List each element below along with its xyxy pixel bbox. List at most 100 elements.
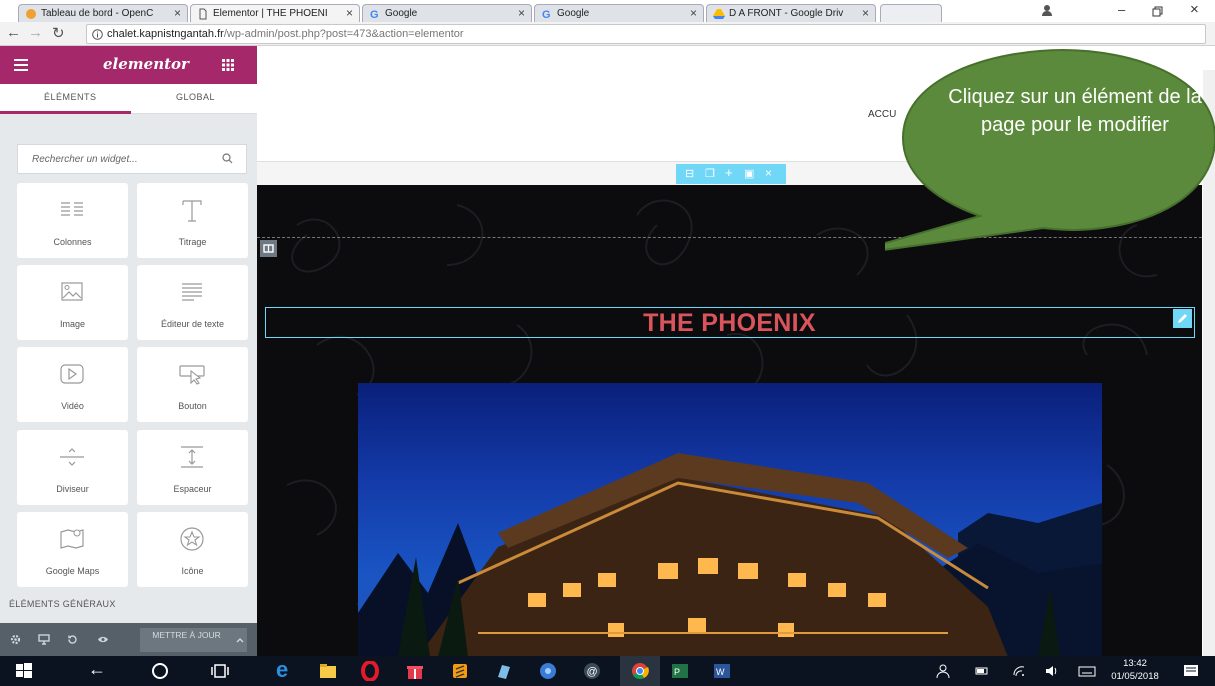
windows-start-icon[interactable] [14, 661, 34, 681]
page-icon [199, 8, 207, 20]
tab-label: Google [385, 8, 418, 19]
clock-time[interactable]: 13:42 [1110, 658, 1160, 669]
chalet-photo [358, 383, 1102, 656]
browser-app-icon[interactable] [538, 661, 558, 681]
widgets-grid-icon[interactable] [222, 59, 234, 71]
new-tab-button[interactable] [880, 4, 942, 22]
tab-openc[interactable]: Tableau de bord - OpenC × [18, 4, 188, 22]
columns-icon [61, 202, 83, 216]
word-icon[interactable]: W [712, 661, 732, 681]
restore-icon[interactable] [1152, 6, 1163, 17]
widget-label: Bouton [178, 401, 207, 411]
opera-icon[interactable] [360, 661, 380, 681]
page-heading[interactable]: THE PHOENIX [257, 309, 1202, 338]
forward-icon[interactable]: → [28, 24, 43, 41]
svg-text:P: P [674, 667, 680, 677]
widget-video[interactable]: Vidéo [17, 347, 128, 422]
widget-label: Colonnes [53, 237, 92, 247]
profile-icon[interactable] [1040, 3, 1054, 17]
tab-favicon-icon [26, 9, 36, 19]
active-tab-indicator [0, 111, 131, 114]
back-icon[interactable]: ← [6, 24, 21, 41]
section-add-icon[interactable]: + [725, 165, 733, 180]
reload-icon[interactable]: ↻ [52, 24, 65, 42]
widget-button[interactable]: Bouton [137, 347, 248, 422]
section-save-icon[interactable]: ▣ [744, 167, 754, 180]
widget-google-maps[interactable]: Google Maps [17, 512, 128, 587]
settings-gear-icon[interactable] [10, 634, 21, 645]
preview-eye-icon[interactable] [97, 635, 109, 644]
file-explorer-icon[interactable] [318, 661, 338, 681]
column-handle-icon[interactable] [260, 240, 277, 257]
widget-divider[interactable]: Diviseur [17, 430, 128, 505]
section-duplicate-icon[interactable]: ❐ [705, 167, 715, 180]
keyboard-icon[interactable] [1078, 661, 1096, 681]
tab-close-icon[interactable]: × [862, 6, 869, 20]
section-delete-icon[interactable]: × [765, 166, 772, 180]
tab-close-icon[interactable]: × [690, 6, 697, 20]
svg-text:W: W [716, 667, 725, 677]
widget-label: Diviseur [56, 484, 89, 494]
image-icon [61, 282, 83, 301]
sublime-icon[interactable] [450, 661, 470, 681]
section-label: ÉLÉMENTS GÉNÉRAUX [9, 599, 116, 609]
tab-label: Tableau de bord - OpenC [41, 8, 154, 19]
chrome-icon[interactable] [630, 661, 650, 681]
gift-app-icon[interactable] [405, 661, 425, 681]
section-edit-icon[interactable]: ⊟ [685, 167, 694, 180]
tab-drive[interactable]: D A FRONT - Google Driv × [706, 4, 876, 22]
widget-heading[interactable]: Titrage [137, 183, 248, 258]
clock-date[interactable]: 01/05/2018 [1106, 671, 1164, 682]
tab-elementor[interactable]: Elementor | THE PHOENI × [190, 4, 360, 22]
tab-label: Google [557, 8, 590, 19]
project-app-icon[interactable]: P [670, 661, 690, 681]
tab-elements[interactable]: ÉLÉMENTS [44, 92, 97, 102]
widget-label: Vidéo [61, 401, 84, 411]
widget-icon[interactable]: Icône [137, 512, 248, 587]
edge-icon[interactable]: e [276, 657, 288, 683]
edit-pencil-icon[interactable] [1173, 309, 1192, 328]
panel-header: elementor [0, 46, 257, 84]
widget-image[interactable]: Image [17, 265, 128, 340]
tab-close-icon[interactable]: × [518, 6, 525, 20]
window-close-icon[interactable]: × [1190, 1, 1199, 18]
widget-text-editor[interactable]: Éditeur de texte [137, 265, 248, 340]
tab-google-2[interactable]: G Google × [534, 4, 704, 22]
volume-icon[interactable] [1045, 661, 1059, 681]
cortana-icon[interactable] [150, 661, 170, 681]
update-button[interactable]: METTRE À JOUR [140, 628, 233, 652]
spacer-icon [181, 446, 203, 468]
widget-search-input[interactable]: Rechercher un widget... [17, 144, 247, 174]
taskview-back-icon[interactable]: ← [88, 659, 106, 680]
mail-app-icon[interactable]: @ [582, 661, 602, 681]
tab-close-icon[interactable]: × [346, 6, 353, 20]
widget-label: Espaceur [173, 484, 212, 494]
speech-bubble [885, 48, 1215, 251]
drive-icon [713, 9, 725, 19]
wifi-icon[interactable] [1012, 661, 1026, 681]
battery-icon[interactable] [975, 661, 989, 681]
people-icon[interactable] [936, 661, 950, 681]
google-icon: G [370, 9, 379, 20]
svg-text:G: G [370, 9, 379, 20]
task-view-icon[interactable] [210, 661, 230, 681]
notifications-icon[interactable] [1182, 661, 1200, 681]
history-icon[interactable] [67, 634, 78, 645]
update-options-chevron-icon[interactable] [233, 628, 247, 652]
panel-footer: METTRE À JOUR [0, 623, 257, 656]
info-icon[interactable] [92, 29, 103, 40]
windows-taskbar: ← e @ P W 13:42 01/05/2018 [0, 656, 1215, 686]
url-input[interactable]: chalet.kapnistngantah.fr/wp-admin/post.p… [86, 24, 1206, 44]
hamburger-menu-icon[interactable] [14, 59, 28, 71]
widget-label: Icône [181, 566, 204, 576]
widget-columns[interactable]: Colonnes [17, 183, 128, 258]
notes-app-icon[interactable] [494, 661, 514, 681]
tab-google-1[interactable]: G Google × [362, 4, 532, 22]
svg-text:@: @ [587, 666, 598, 678]
tab-close-icon[interactable]: × [174, 6, 181, 20]
minimize-icon[interactable]: – [1118, 2, 1125, 17]
tab-global[interactable]: GLOBAL [176, 92, 215, 102]
responsive-desktop-icon[interactable] [38, 634, 50, 645]
widget-spacer[interactable]: Espaceur [137, 430, 248, 505]
google-icon: G [542, 9, 551, 20]
